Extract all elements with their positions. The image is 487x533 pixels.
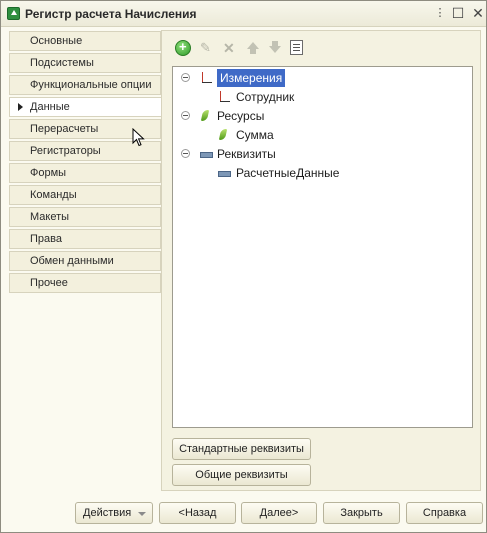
close-button[interactable]: Закрыть — [323, 502, 400, 524]
tab-templates[interactable]: Макеты — [9, 207, 161, 227]
tree-node-label: Сумма — [236, 128, 274, 142]
delete-icon[interactable]: ✕ — [223, 40, 239, 56]
register-window: Регистр расчета Начисления ⋮ ☐ ✕ Основны… — [0, 0, 487, 533]
common-attributes-button[interactable]: Общие реквизиты — [172, 464, 311, 486]
mouse-cursor-icon — [132, 128, 145, 147]
collapse-icon[interactable] — [181, 73, 190, 82]
tree-node-sum[interactable]: Сумма — [217, 126, 337, 144]
add-icon[interactable] — [175, 39, 191, 56]
tab-data-exchange[interactable]: Обмен данными — [9, 251, 161, 271]
actions-button[interactable]: Действия — [75, 502, 153, 524]
tab-label: Регистраторы — [30, 145, 101, 157]
tree-node-calculation-data[interactable]: РасчетныеДанные — [217, 164, 377, 182]
attribute-icon — [199, 147, 213, 161]
tree-node-label: Сотрудник — [236, 90, 295, 104]
tab-label: Прочее — [30, 277, 68, 289]
tab-functional-options[interactable]: Функциональные опции — [9, 75, 161, 95]
tab-forms[interactable]: Формы — [9, 163, 161, 183]
tab-main[interactable]: Основные — [9, 31, 161, 51]
chevron-down-icon — [138, 512, 146, 516]
tree-node-label: Измерения — [217, 69, 286, 87]
metadata-tree[interactable]: Измерения Сотрудник Ресурсы Сумма Реквиз… — [172, 66, 473, 428]
actions-label: Действия — [83, 507, 132, 519]
tree-node-label: Реквизиты — [217, 147, 276, 161]
tab-label: Подсистемы — [30, 57, 94, 69]
window-title: Регистр расчета Начисления — [25, 7, 197, 21]
standard-attributes-button[interactable]: Стандартные реквизиты — [172, 438, 311, 460]
next-button[interactable]: Далее> — [241, 502, 317, 524]
window-menu-icon[interactable]: ⋮ — [432, 4, 448, 22]
tab-data[interactable]: Данные — [9, 97, 163, 117]
tab-commands[interactable]: Команды — [9, 185, 161, 205]
tree-node-dimensions[interactable]: Измерения — [181, 69, 301, 87]
tab-label: Данные — [30, 101, 70, 113]
maximize-icon[interactable]: ☐ — [450, 4, 466, 22]
edit-icon[interactable]: ✎ — [200, 40, 216, 56]
help-button[interactable]: Справка — [406, 502, 483, 524]
resource-icon — [217, 128, 231, 142]
title-bar[interactable]: Регистр расчета Начисления ⋮ ☐ ✕ — [1, 1, 486, 27]
tree-node-resources[interactable]: Ресурсы — [181, 107, 301, 125]
tab-subsystems[interactable]: Подсистемы — [9, 53, 161, 73]
collapse-icon[interactable] — [181, 111, 190, 120]
tab-label: Обмен данными — [30, 255, 114, 267]
tab-label: Функциональные опции — [30, 79, 152, 91]
active-arrow-icon — [18, 103, 23, 111]
dimension-icon — [199, 71, 213, 85]
tree-node-label: РасчетныеДанные — [236, 166, 340, 180]
tab-label: Команды — [30, 189, 77, 201]
dimension-icon — [217, 90, 231, 104]
tab-label: Макеты — [30, 211, 70, 223]
app-icon — [7, 7, 20, 20]
tab-label: Формы — [30, 167, 67, 179]
attribute-icon — [217, 166, 231, 180]
close-icon[interactable]: ✕ — [470, 4, 486, 22]
back-button[interactable]: <Назад — [159, 502, 236, 524]
list-icon[interactable] — [290, 40, 303, 55]
tree-node-attributes[interactable]: Реквизиты — [181, 145, 301, 163]
tab-other[interactable]: Прочее — [9, 273, 161, 293]
tab-label: Основные — [30, 35, 83, 47]
move-up-icon[interactable] — [245, 40, 261, 56]
tab-label: Перерасчеты — [30, 123, 99, 135]
tree-node-employee[interactable]: Сотрудник — [217, 88, 337, 106]
tab-label: Права — [30, 233, 62, 245]
tree-node-label: Ресурсы — [217, 109, 265, 123]
move-down-icon[interactable] — [267, 40, 283, 56]
resource-icon — [199, 109, 213, 123]
tab-rights[interactable]: Права — [9, 229, 161, 249]
collapse-icon[interactable] — [181, 149, 190, 158]
